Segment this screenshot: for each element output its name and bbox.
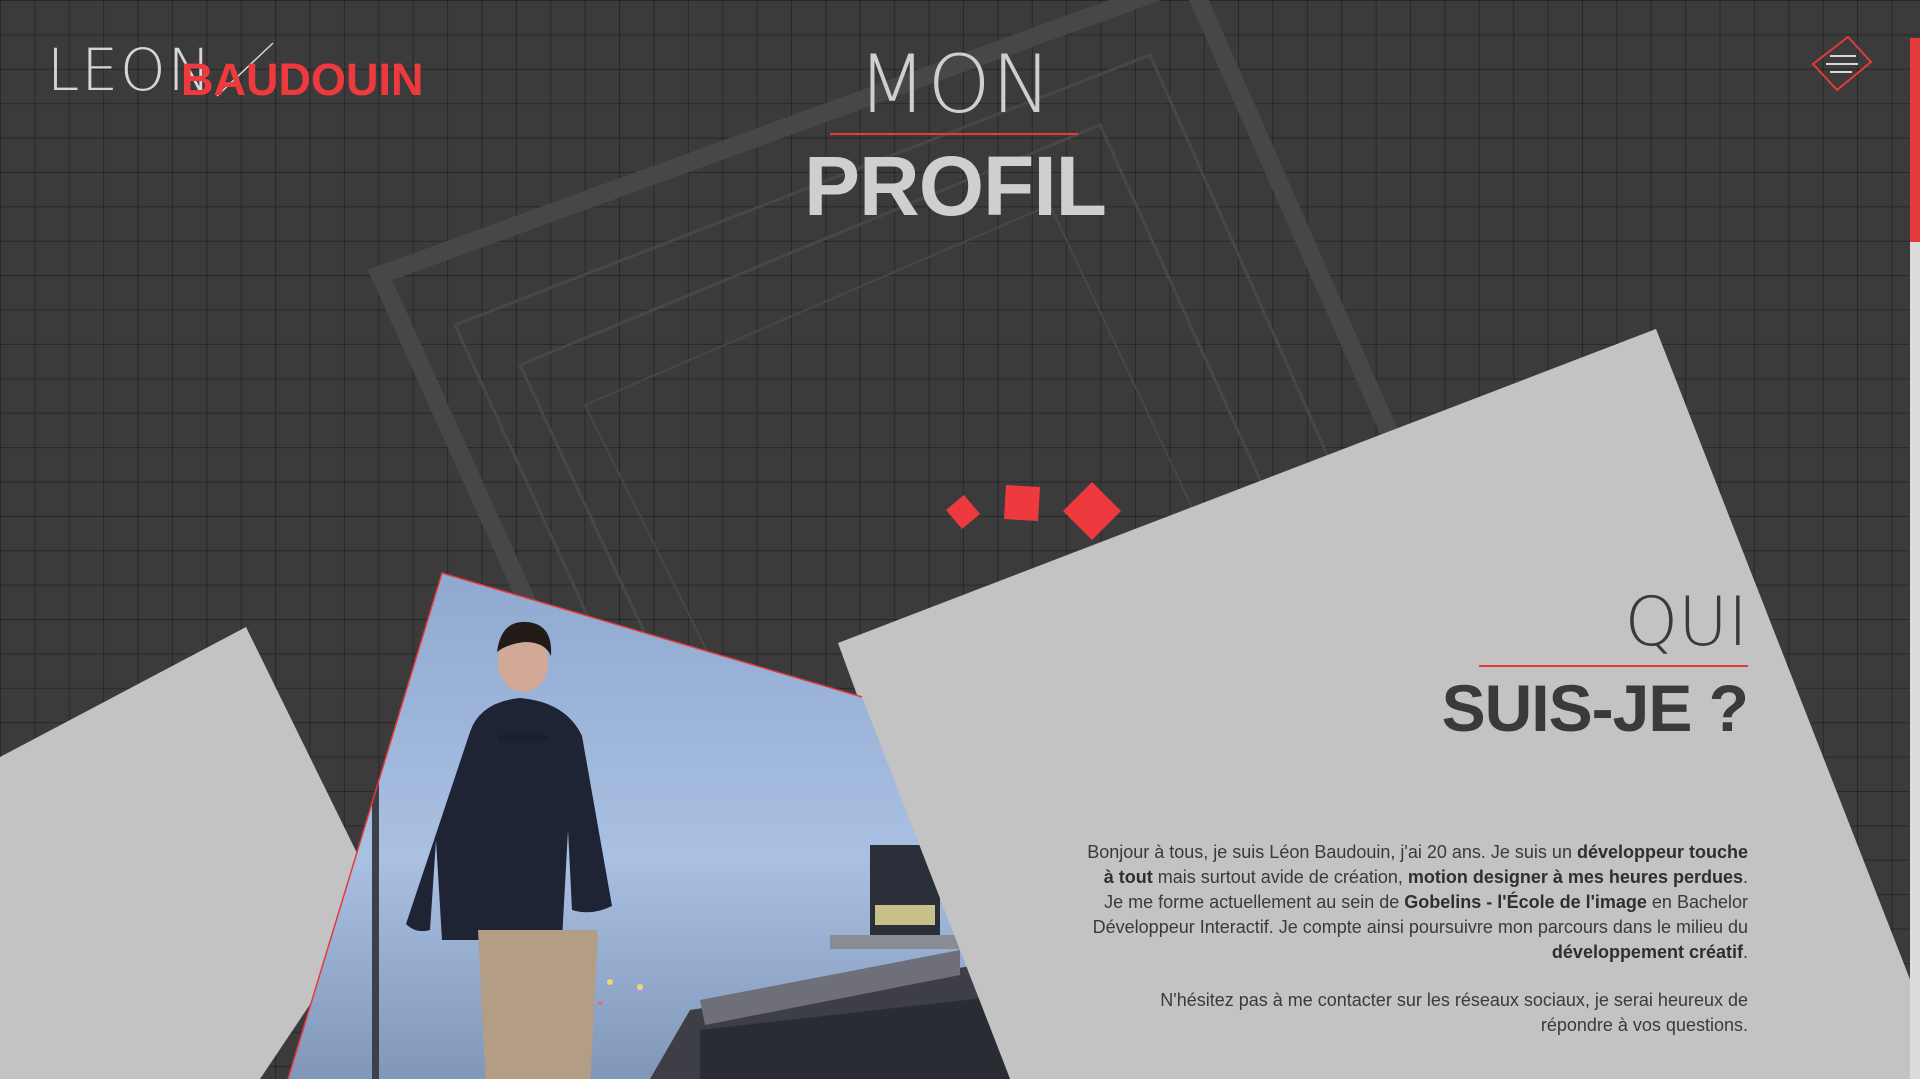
bio-highlight: Gobelins - l'École de l'image: [1404, 892, 1647, 912]
bio-highlight: motion designer à mes heures perdues: [1407, 867, 1743, 887]
bio-text: Bonjour à tous, je suis Léon Baudouin, j…: [1087, 842, 1577, 862]
hero-title-divider: [830, 133, 1078, 135]
accent-square-medium: [1004, 485, 1040, 521]
about-heading-top: QUI: [1624, 583, 1748, 662]
hamburger-diamond-icon: [1811, 35, 1873, 92]
accent-square-small: [946, 495, 980, 529]
about-contact-paragraph: N'hésitez pas à me contacter sur les rés…: [1160, 990, 1748, 1035]
bio-text: mais surtout avide de création,: [1152, 867, 1408, 887]
logo-last-name: BAUDOUIN: [181, 54, 424, 105]
accent-square-large: [1063, 482, 1121, 540]
bio-highlight: développement créatif: [1551, 942, 1743, 962]
scrollbar-thumb[interactable]: [1910, 38, 1920, 242]
menu-button[interactable]: [1808, 30, 1876, 98]
hero-title-main: PROFIL: [804, 139, 1107, 233]
bio-text: .: [1742, 942, 1748, 962]
hero-title-top: MON: [857, 38, 1053, 131]
about-heading-divider: [1479, 665, 1748, 667]
about-bio-paragraph: Bonjour à tous, je suis Léon Baudouin, j…: [1085, 840, 1748, 965]
about-heading-main: SUIS-JE ?: [1441, 671, 1749, 745]
site-logo[interactable]: LEON BAUDOUIN: [47, 38, 427, 108]
profile-page: LEON BAUDOUIN MON PROFIL QUI SUIS-JE ? B…: [0, 0, 1920, 1079]
